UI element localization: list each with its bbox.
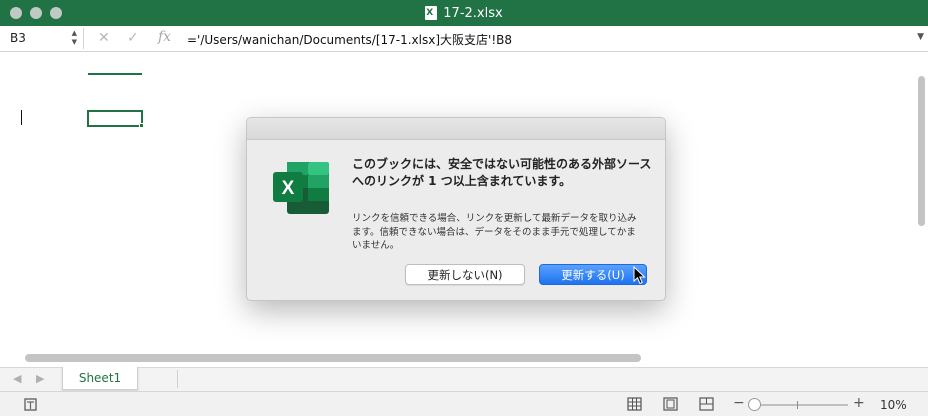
zoom-slider-midmark xyxy=(797,401,798,409)
zoom-out-icon[interactable]: − xyxy=(733,395,745,411)
zoom-in-icon[interactable]: + xyxy=(853,395,865,411)
sheet-tabs-bar: ◀ ▶ Sheet1 xyxy=(0,367,928,391)
macro-record-icon[interactable] xyxy=(23,397,39,412)
formula-bar: B3 ▲ ▼ ✕ ✓ fx ='/Users/wanichan/Documents… xyxy=(0,26,928,52)
name-box-stepper-icon[interactable]: ▲ ▼ xyxy=(72,29,77,47)
status-bar: − + 10% xyxy=(0,391,928,416)
name-box-value: B3 xyxy=(10,31,26,45)
previous-sheet-icon[interactable]: ◀ xyxy=(13,372,21,385)
formula-input[interactable]: ='/Users/wanichan/Documents/[17-1.xlsx]大… xyxy=(187,31,512,48)
page-layout-icon[interactable] xyxy=(663,397,678,411)
excel-app-icon: X xyxy=(273,162,329,214)
external-links-alert-dialog: X このブックには、安全ではない可能性のある外部ソースへのリンクが 1 つ以上含… xyxy=(246,117,666,301)
excel-file-icon xyxy=(425,6,438,20)
zoom-slider-thumb[interactable] xyxy=(748,398,761,411)
normal-view-icon[interactable] xyxy=(627,397,642,411)
confirm-formula-icon[interactable]: ✓ xyxy=(127,30,139,46)
active-cell-b3[interactable] xyxy=(87,110,143,127)
zoom-level[interactable]: 10% xyxy=(880,398,907,412)
dont-update-button[interactable]: 更新しない(N) xyxy=(405,264,525,285)
expand-formula-bar-icon[interactable]: ▼ xyxy=(917,32,924,42)
horizontal-scrollbar[interactable] xyxy=(25,354,641,362)
cancel-formula-icon[interactable]: ✕ xyxy=(98,30,110,46)
svg-text:X: X xyxy=(282,178,295,199)
fill-handle[interactable] xyxy=(139,123,144,128)
page-break-icon[interactable] xyxy=(699,397,714,411)
next-sheet-icon[interactable]: ▶ xyxy=(36,372,44,385)
mouse-pointer-icon xyxy=(633,266,646,285)
window-title: 17-2.xlsx xyxy=(443,5,503,21)
name-box[interactable]: B3 ▲ ▼ xyxy=(4,28,84,49)
sheet-tab-label: Sheet1 xyxy=(78,371,122,385)
sheet-tab-sheet1[interactable]: Sheet1 xyxy=(62,367,138,390)
vertical-scrollbar[interactable] xyxy=(918,76,925,226)
text-cursor xyxy=(21,110,22,125)
update-button[interactable]: 更新する(U) xyxy=(539,264,647,285)
insert-function-icon[interactable]: fx xyxy=(158,29,171,45)
dialog-title: このブックには、安全ではない可能性のある外部ソースへのリンクが 1 つ以上含まれ… xyxy=(352,157,652,188)
window-title-area: 17-2.xlsx xyxy=(0,0,928,26)
tab-divider xyxy=(177,370,178,388)
zoom-slider-track[interactable] xyxy=(748,404,848,406)
title-bar: 17-2.xlsx xyxy=(0,0,928,26)
dialog-title-bar xyxy=(247,118,665,140)
cell-border-line xyxy=(88,73,142,75)
dialog-message: リンクを信頼できる場合、リンクを更新して最新データを取り込みます。信頼できない場… xyxy=(352,213,637,251)
